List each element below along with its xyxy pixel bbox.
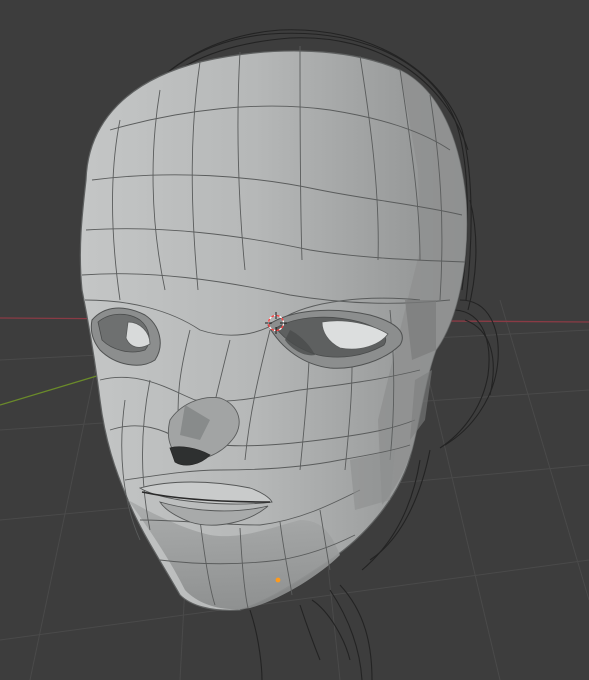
3d-viewport[interactable] xyxy=(0,0,589,680)
viewport-canvas[interactable] xyxy=(0,0,589,680)
head-mesh[interactable] xyxy=(79,45,468,611)
y-axis-line xyxy=(0,371,111,406)
object-origin[interactable] xyxy=(275,577,281,583)
